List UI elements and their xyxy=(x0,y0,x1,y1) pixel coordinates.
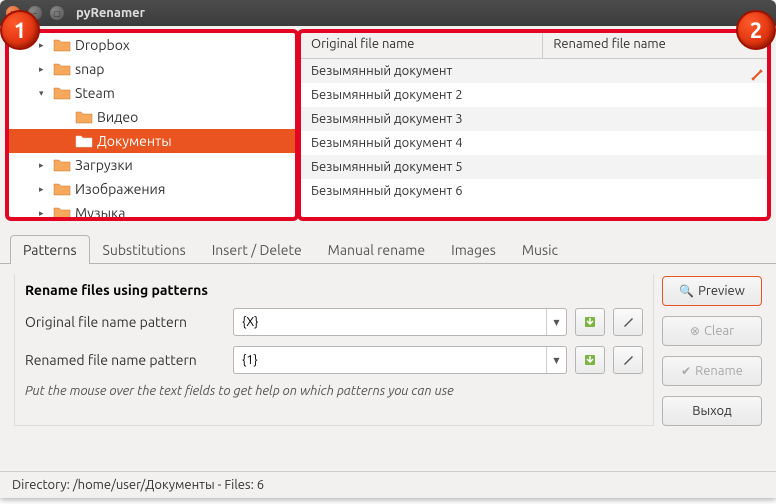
table-row[interactable]: Безымянный документ 4 xyxy=(301,131,767,155)
tools-icon[interactable] xyxy=(748,66,766,84)
tree-item[interactable]: ▸ Загрузки xyxy=(9,153,295,177)
tab-manual-rename[interactable]: Manual rename xyxy=(315,235,438,264)
cell-original: Безымянный документ 2 xyxy=(301,88,543,102)
tree-label: Видео xyxy=(97,109,138,125)
tree-item[interactable]: ▸ Изображения xyxy=(9,177,295,201)
tree-label: Документы xyxy=(97,133,172,149)
chevron-down-icon[interactable]: ▼ xyxy=(546,347,566,373)
tree-label: Изображения xyxy=(75,181,165,197)
titlebar: ✕ – ▢ pyRenamer xyxy=(0,0,776,26)
table-row[interactable]: Безымянный документ 6 xyxy=(301,179,767,203)
tab-images[interactable]: Images xyxy=(438,235,509,264)
tab-substitutions[interactable]: Substitutions xyxy=(90,235,199,264)
column-original[interactable]: Original file name xyxy=(301,33,543,58)
tree-item[interactable]: ▾ Steam xyxy=(9,81,295,105)
cell-original: Безымянный документ 5 xyxy=(301,160,543,174)
original-pattern-input[interactable] xyxy=(234,315,546,329)
clear-label: Clear xyxy=(704,324,734,338)
cell-original: Безымянный документ 6 xyxy=(301,184,543,198)
original-pattern-label: Original file name pattern xyxy=(25,314,225,330)
maximize-icon[interactable]: ▢ xyxy=(50,6,64,20)
expander-icon[interactable]: ▸ xyxy=(39,208,49,219)
expander-icon[interactable]: ▾ xyxy=(39,88,49,99)
exit-label: Выход xyxy=(692,404,732,418)
tree-label: snap xyxy=(75,61,104,77)
folder-tree[interactable]: ▸ Dropbox ▸ snap ▾ Steam Видео Документы ▸ Загруз… xyxy=(8,32,296,218)
edit-pattern-button[interactable] xyxy=(613,308,643,336)
table-row[interactable]: Безымянный документ 5 xyxy=(301,155,767,179)
column-renamed[interactable]: Renamed file name xyxy=(543,33,767,58)
preview-button[interactable]: 🔍 Preview xyxy=(662,276,762,306)
tree-label: Steam xyxy=(75,85,115,101)
expander-icon[interactable]: ▸ xyxy=(39,160,49,171)
renamed-pattern-label: Renamed file name pattern xyxy=(25,352,225,368)
file-list[interactable]: Original file name Renamed file name Без… xyxy=(300,32,768,218)
tree-label: Загрузки xyxy=(75,157,133,173)
clear-icon: ⊗ xyxy=(690,324,700,338)
tab-music[interactable]: Music xyxy=(509,235,571,264)
clear-button[interactable]: ⊗ Clear xyxy=(662,316,762,346)
cell-original: Безымянный документ 3 xyxy=(301,112,543,126)
patterns-hint: Put the mouse over the text fields to ge… xyxy=(25,384,643,398)
chevron-down-icon[interactable]: ▼ xyxy=(546,309,566,335)
expander-icon[interactable]: ▸ xyxy=(39,184,49,195)
expander-icon[interactable]: ▸ xyxy=(39,64,49,75)
save-pattern-button[interactable] xyxy=(575,346,605,374)
status-bar: Directory: /home/user/Документы - Files:… xyxy=(0,471,776,498)
tab-insert-delete[interactable]: Insert / Delete xyxy=(199,235,315,264)
check-icon: ✔ xyxy=(681,364,691,378)
preview-label: Preview xyxy=(698,284,745,298)
patterns-panel: Rename files using patterns Original fil… xyxy=(14,274,654,426)
exit-button[interactable]: Выход xyxy=(662,396,762,426)
tree-item[interactable]: Документы xyxy=(9,129,295,153)
tree-label: Музыка xyxy=(75,205,125,218)
tree-item[interactable]: Видео xyxy=(9,105,295,129)
tab-bar: Patterns Substitutions Insert / Delete M… xyxy=(0,226,776,264)
cell-original: Безымянный документ 4 xyxy=(301,136,543,150)
table-row[interactable]: Безымянный документ 2 xyxy=(301,83,767,107)
search-icon: 🔍 xyxy=(679,284,694,298)
cell-original: Безымянный документ xyxy=(301,64,543,78)
tree-item[interactable]: ▸ snap xyxy=(9,57,295,81)
rename-label: Rename xyxy=(695,364,743,378)
table-row[interactable]: Безымянный документ xyxy=(301,59,767,83)
tab-patterns[interactable]: Patterns xyxy=(10,235,90,264)
tree-item[interactable]: ▸ Dropbox xyxy=(9,33,295,57)
annotation-marker-2: 2 xyxy=(736,10,776,50)
rename-button[interactable]: ✔ Rename xyxy=(662,356,762,386)
save-pattern-button[interactable] xyxy=(575,308,605,336)
table-row[interactable]: Безымянный документ 3 xyxy=(301,107,767,131)
annotation-marker-1: 1 xyxy=(0,10,40,50)
patterns-title: Rename files using patterns xyxy=(25,282,643,298)
edit-pattern-button[interactable] xyxy=(613,346,643,374)
window-title: pyRenamer xyxy=(76,6,145,20)
expander-icon[interactable]: ▸ xyxy=(39,40,49,51)
tree-label: Dropbox xyxy=(75,37,130,53)
tree-item[interactable]: ▸ Музыка xyxy=(9,201,295,218)
renamed-pattern-input[interactable] xyxy=(234,353,546,367)
